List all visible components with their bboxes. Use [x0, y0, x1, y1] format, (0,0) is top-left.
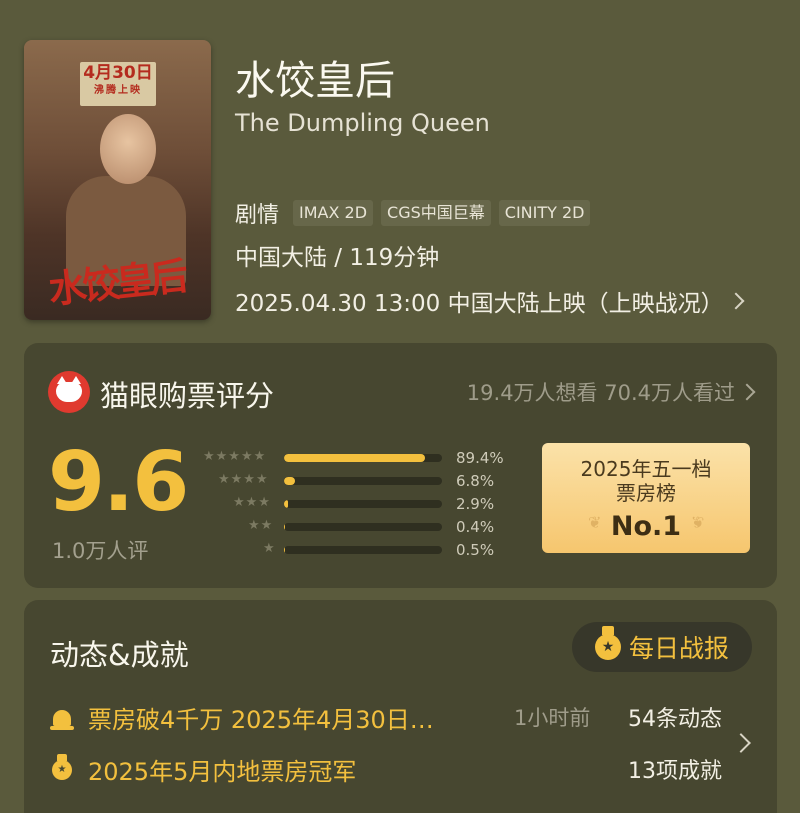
rating-percent: 2.9%	[456, 495, 495, 513]
release-info-link[interactable]: 2025.04.30 13:00 中国大陆上映（上映战况）	[235, 284, 745, 318]
poster-date: 4月30日	[83, 63, 153, 83]
laurel-left-icon: ❦	[588, 513, 602, 532]
daily-report-label: 每日战报	[628, 634, 729, 663]
updates-count[interactable]: 54条动态	[628, 701, 722, 733]
movie-region-duration: 中国大陆 / 119分钟	[235, 245, 440, 271]
movie-poster[interactable]: 4月30日 沸腾上映 水饺皇后	[24, 40, 211, 320]
movie-header: 4月30日 沸腾上映 水饺皇后 水饺皇后 The Dumpling Queen …	[0, 0, 800, 330]
rating-bar-track	[284, 523, 442, 531]
want-watched-stats: 19.4万人想看 70.4万人看过	[466, 381, 735, 405]
rating-distribution-row: ★★★★ 6.8%	[200, 472, 510, 495]
rank-line1: 2025年五一档	[580, 457, 712, 481]
achievements-count[interactable]: 13项成就	[628, 753, 722, 785]
rating-bar-track	[284, 546, 442, 554]
achievements-card: 动态&成就 ★ 每日战报 票房破4千万 2025年4月30日… 1小时前 54条…	[24, 600, 777, 813]
rating-percent: 89.4%	[456, 449, 504, 467]
rating-distribution-row: ★★★★★ 89.4%	[200, 449, 510, 472]
chevron-right-icon	[727, 292, 745, 310]
medal-icon: ★	[594, 626, 621, 660]
format-tag-cinity: CINITY 2D	[498, 200, 591, 226]
rating-bar-fill	[284, 523, 285, 531]
movie-title: 水饺皇后	[235, 58, 395, 104]
rank-line2: 票房榜	[616, 481, 676, 505]
rating-title: 猫眼购票评分	[100, 379, 275, 413]
rank-number: No.1	[610, 511, 682, 542]
rating-distribution-row: ★★★ 2.9%	[200, 495, 510, 518]
poster-date-sub: 沸腾上映	[94, 85, 142, 96]
achievement-item-box-office[interactable]: 票房破4千万 2025年4月30日…	[50, 700, 434, 735]
rating-card: 猫眼购票评分 19.4万人想看 70.4万人看过 9.6 1.0万人评 ★★★★…	[24, 343, 777, 588]
rating-distribution-row: ★★ 0.4%	[200, 518, 510, 541]
rating-percent: 0.4%	[456, 518, 495, 536]
rating-distribution-row: ★ 0.5%	[200, 541, 510, 564]
chevron-right-icon[interactable]	[731, 733, 751, 753]
rating-bar-track	[284, 500, 442, 508]
release-info-text: 2025.04.30 13:00 中国大陆上映（上映战况）	[235, 291, 724, 317]
star-rating-icon: ★★	[248, 518, 274, 533]
star-rating-icon: ★★★	[233, 495, 271, 510]
want-watched-stats-link[interactable]: 19.4万人想看 70.4万人看过	[466, 377, 756, 407]
rating-bar-fill	[284, 454, 426, 462]
daily-report-button[interactable]: ★ 每日战报	[572, 622, 752, 672]
rating-bar-fill	[284, 546, 285, 554]
bell-icon	[50, 706, 74, 730]
achievements-title: 动态&成就	[50, 638, 189, 672]
box-office-rank-badge[interactable]: 2025年五一档 票房榜 No.1 ❦ ❦	[542, 443, 750, 553]
achievement-text: 2025年5月内地票房冠军	[88, 758, 357, 786]
movie-genre: 剧情	[235, 203, 280, 228]
rating-bar-track	[284, 454, 442, 462]
rating-bar-fill	[284, 500, 288, 508]
poster-date-badge: 4月30日 沸腾上映	[80, 62, 156, 106]
achievement-text: 票房破4千万 2025年4月30日…	[88, 706, 434, 734]
format-tag-imax: IMAX 2D	[293, 200, 374, 226]
maoyan-cat-logo-icon	[48, 371, 90, 413]
rating-bar-fill	[284, 477, 295, 485]
rating-count: 1.0万人评	[52, 539, 149, 563]
star-rating-icon: ★	[263, 541, 276, 556]
movie-tags: 剧情 IMAX 2D CGS中国巨幕 CINITY 2D	[235, 197, 591, 229]
format-tag-cgs: CGS中国巨幕	[381, 200, 491, 226]
laurel-right-icon: ❦	[690, 513, 704, 532]
medal-icon: ★	[50, 753, 74, 782]
achievement-item-champion[interactable]: ★ 2025年5月内地票房冠军	[50, 752, 356, 787]
rating-score: 9.6	[48, 435, 189, 530]
rating-distribution: ★★★★★ 89.4% ★★★★ 6.8% ★★★ 2.9% ★★ 0.4% ★ 0.5%	[200, 449, 510, 564]
movie-english-title: The Dumpling Queen	[235, 109, 490, 137]
poster-figure-face	[100, 114, 156, 184]
star-rating-icon: ★★★★★	[203, 449, 267, 464]
rating-percent: 6.8%	[456, 472, 495, 490]
time-ago: 1小时前	[514, 706, 591, 730]
star-rating-icon: ★★★★	[218, 472, 269, 487]
rating-percent: 0.5%	[456, 541, 495, 559]
rating-bar-track	[284, 477, 442, 485]
chevron-right-icon	[738, 383, 756, 401]
